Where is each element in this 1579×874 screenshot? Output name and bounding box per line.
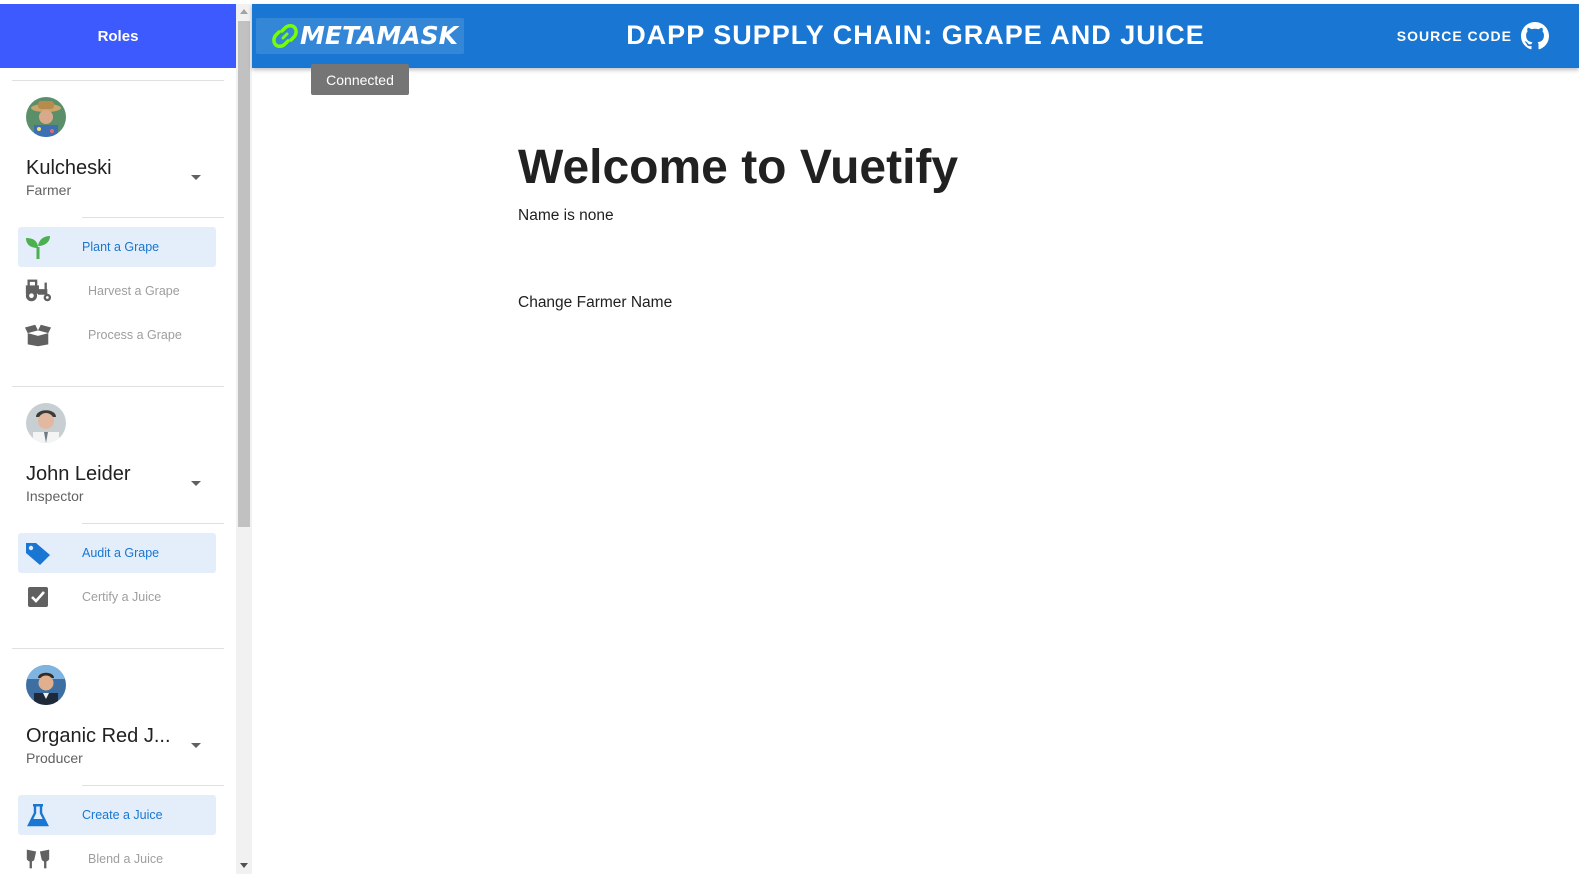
sprout-icon [24,235,52,259]
action-label: Create a Juice [82,808,163,822]
open-box-icon [24,323,52,347]
role-farmer: Kulcheski Farmer Plant a Grape Harvest a… [0,81,236,386]
chevron-down-icon[interactable] [191,743,201,748]
chevron-down-icon[interactable] [191,175,201,180]
scroll-down-arrow-icon[interactable] [240,863,248,868]
role-producer: Organic Red J... Producer Create a Juice [0,649,236,874]
glasses-cheers-icon [24,847,52,871]
action-create-juice[interactable]: Create a Juice [18,795,216,835]
inner-divider [82,785,224,786]
source-code-button[interactable]: SOURCE CODE [1397,22,1549,50]
github-icon [1521,22,1549,50]
role-name: John Leider [26,463,131,485]
avatar [26,665,66,705]
inner-divider [82,217,224,218]
action-label: Audit a Grape [82,546,160,560]
scroll-up-arrow-icon[interactable] [240,9,248,14]
chevron-down-icon[interactable] [191,481,201,486]
page-title: DAPP SUPPLY CHAIN: GRAPE AND JUICE [626,20,1205,50]
role-name: Kulcheski [26,157,112,179]
action-audit-grape[interactable]: Audit a Grape [18,533,216,573]
roles-sidebar: Roles Kulcheski Farmer Plant a Grape Har… [0,4,236,874]
tag-icon [24,541,52,565]
sidebar-header: Roles [0,4,236,68]
action-blend-juice[interactable]: Blend a Juice [18,839,216,874]
source-code-label: SOURCE CODE [1396,28,1512,44]
role-inspector: John Leider Inspector Audit a Grape Cert… [0,387,236,648]
scroll-thumb[interactable] [238,21,250,527]
action-process-grape[interactable]: Process a Grape [18,315,216,355]
avatar [26,97,66,137]
checkbox-icon [24,585,52,609]
action-label: Blend a Juice [88,852,164,866]
action-label: Harvest a Grape [88,284,180,298]
app-toolbar: METAMASK DAPP SUPPLY CHAIN: GRAPE AND JU… [252,4,1579,68]
role-subtitle: Farmer [26,182,72,198]
connected-tooltip: Connected [311,64,409,95]
action-label: Plant a Grape [82,240,160,254]
action-certify-juice[interactable]: Certify a Juice [18,577,216,617]
app-frame: Roles Kulcheski Farmer Plant a Grape Har… [0,0,1579,874]
role-name: Organic Red J... [26,725,171,747]
action-plant-grape[interactable]: Plant a Grape [18,227,216,267]
flask-icon [24,803,52,827]
inner-divider [82,523,224,524]
action-label: Process a Grape [88,328,182,342]
change-farmer-name-button[interactable]: Change Farmer Name [518,294,672,312]
role-subtitle: Inspector [26,488,84,504]
action-harvest-grape[interactable]: Harvest a Grape [18,271,216,311]
welcome-heading: Welcome to Vuetify [518,141,959,194]
farmer-name-status: Name is none [518,207,614,224]
avatar [26,403,66,443]
action-label: Certify a Juice [82,590,162,604]
role-subtitle: Producer [26,750,83,766]
sidebar-scrollbar[interactable] [236,4,252,874]
tractor-icon [24,279,52,303]
